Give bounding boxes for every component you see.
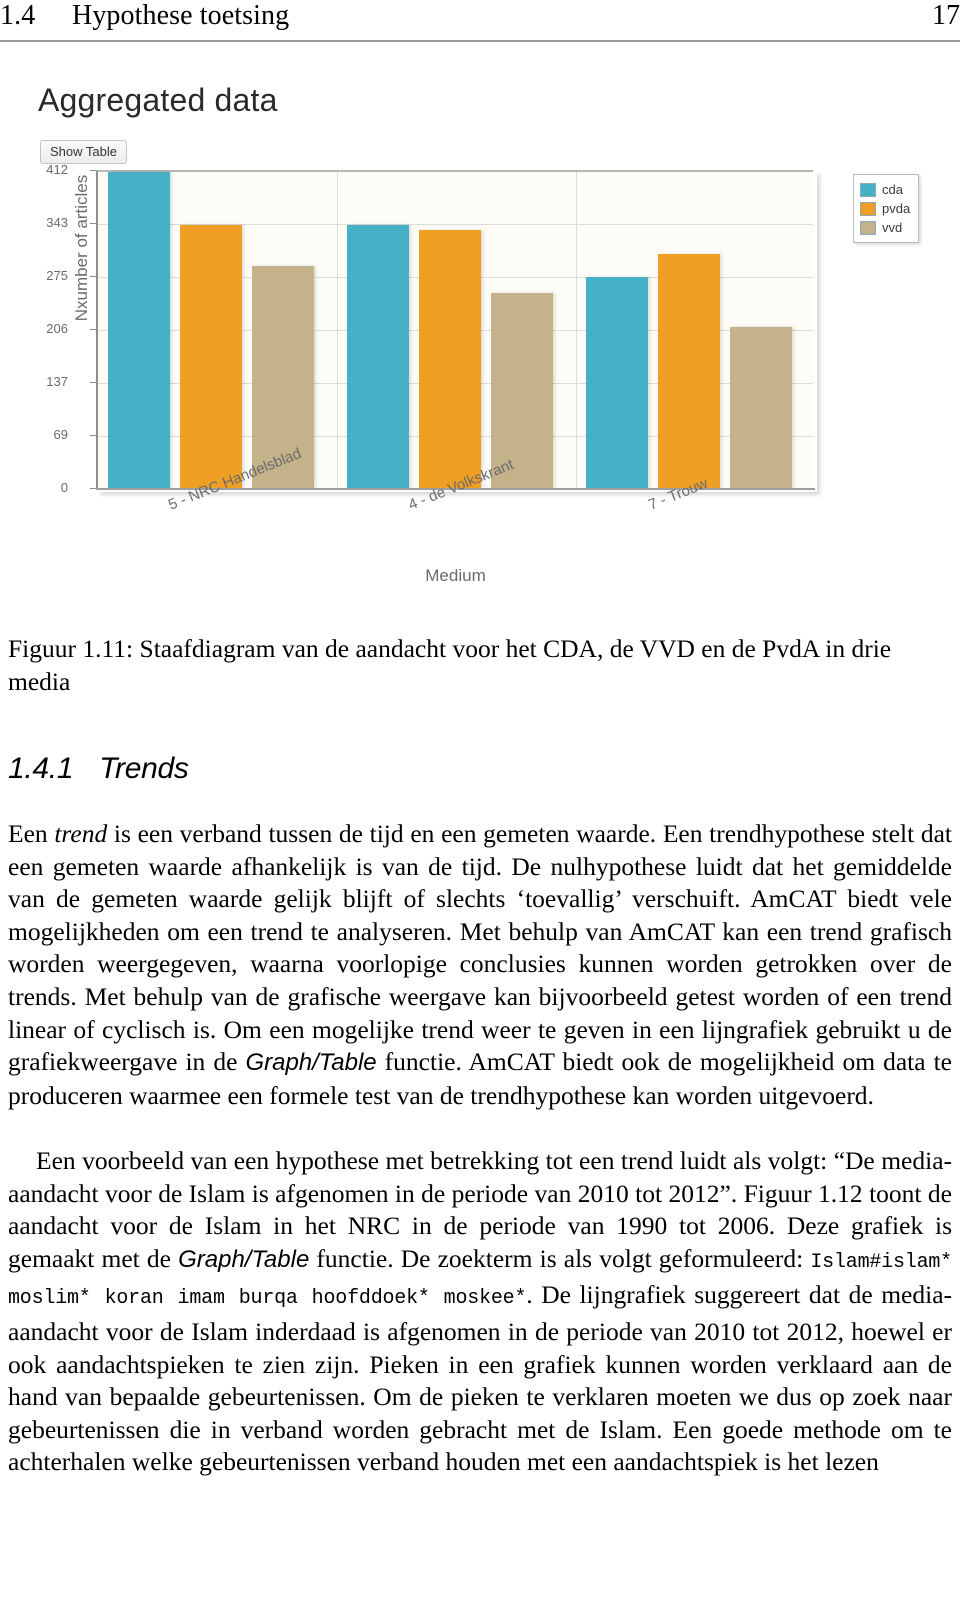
chart-title: Aggregated data xyxy=(38,82,278,118)
legend-swatch-vvd xyxy=(860,220,876,235)
legend-swatch-cda xyxy=(860,182,876,197)
bar-cda-nrc[interactable] xyxy=(108,172,170,488)
p1-emphasis-trend: trend xyxy=(54,819,108,848)
figure-caption: Figuur 1.11: Staafdiagram van de aandach… xyxy=(8,634,892,696)
legend-label-pvda: pvda xyxy=(882,201,911,216)
bar-pvda-trouw[interactable] xyxy=(658,254,720,488)
y-axis-title: Nxumber of articles xyxy=(72,174,91,322)
vgridline xyxy=(576,172,577,488)
bar-vvd-trouw[interactable] xyxy=(730,327,792,488)
bar-cda-volkskrant[interactable] xyxy=(347,225,409,488)
p2-graph-table-reference: Graph/Table xyxy=(178,1245,310,1273)
y-tick-label: 412 xyxy=(46,162,68,177)
y-tick-label: 0 xyxy=(60,480,68,495)
y-tick-label: 137 xyxy=(46,374,68,389)
section-heading-title: Trends xyxy=(99,752,189,785)
header-rule xyxy=(0,40,960,42)
bar-cda-trouw[interactable] xyxy=(586,277,648,488)
paragraph-trends-intro: Een trend is een verband tussen de tijd … xyxy=(8,818,952,1112)
chart-screenshot: Aggregated data Show Table 412 343 275 2… xyxy=(28,78,928,598)
header-section-title: Hypothese toetsing xyxy=(72,0,290,31)
y-tick-label: 69 xyxy=(53,427,68,442)
plot-area xyxy=(96,170,813,488)
p1-part-b: is een verband tussen de tijd en een gem… xyxy=(8,819,952,1077)
section-heading-number: 1.4.1 xyxy=(8,752,74,785)
section-heading: 1.4.1 Trends xyxy=(8,752,189,786)
p2-part-b: functie. De zoekterm is als volgt geform… xyxy=(309,1243,811,1273)
header-section-number: 1.4 xyxy=(0,0,36,31)
page-number: 17 xyxy=(932,0,960,31)
p1-graph-table-reference: Graph/Table xyxy=(245,1049,377,1077)
legend-item-pvda[interactable]: pvda xyxy=(860,199,910,218)
bar-pvda-nrc[interactable] xyxy=(180,225,242,488)
y-tick-label: 206 xyxy=(46,321,68,336)
chart-legend: cda pvda vvd xyxy=(853,174,920,243)
y-tick-label: 343 xyxy=(46,215,68,230)
figure-1-11: Aggregated data Show Table 412 343 275 2… xyxy=(0,78,960,598)
legend-swatch-pvda xyxy=(860,201,876,216)
y-tick-label: 275 xyxy=(46,268,68,283)
legend-item-vvd[interactable]: vvd xyxy=(860,218,910,237)
paragraph-hypothese-voorbeeld: Een voorbeeld van een hypothese met betr… xyxy=(8,1145,952,1479)
x-axis-title: Medium xyxy=(425,566,486,585)
legend-item-cda[interactable]: cda xyxy=(860,180,910,199)
p1-part-a: Een xyxy=(8,819,55,848)
legend-label-cda: cda xyxy=(882,182,903,197)
header-section-label: 1.4 Hypothese toetsing xyxy=(0,0,289,32)
vgridline xyxy=(337,172,338,488)
bar-pvda-volkskrant[interactable] xyxy=(419,230,481,488)
legend-label-vvd: vvd xyxy=(882,220,903,235)
